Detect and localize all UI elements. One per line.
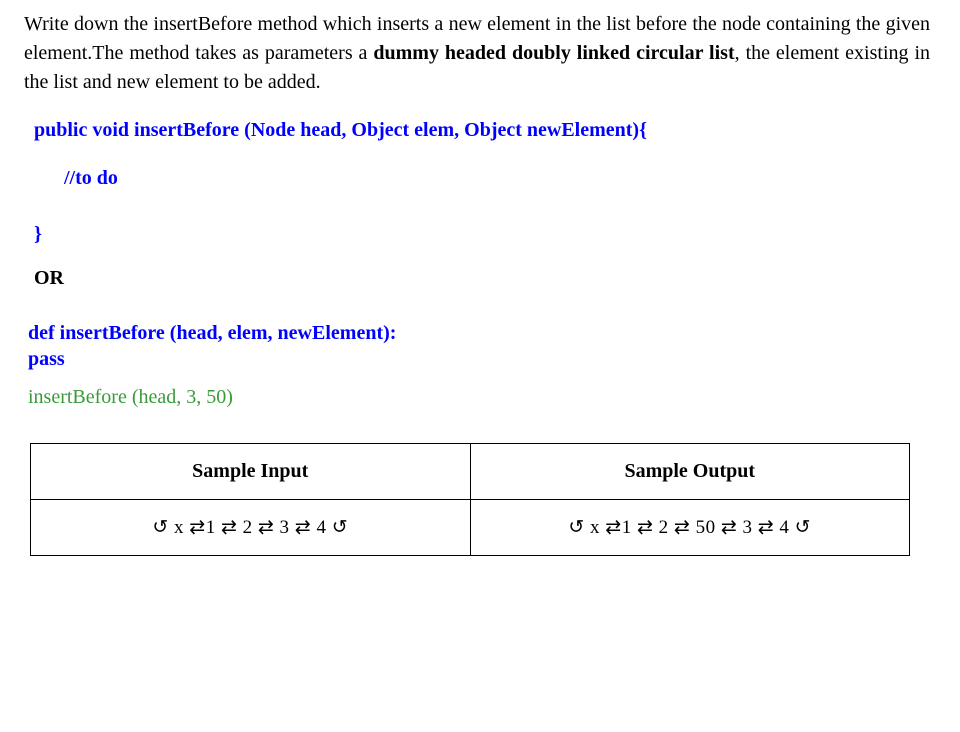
call-example: insertBefore (head, 3, 50) [28,386,930,409]
sample-input-cell: ↺ x ⇄1 ⇄ 2 ⇄ 3 ⇄ 4 ↺ [31,500,471,556]
problem-bold-phrase: dummy headed doubly linked circular list [373,42,734,64]
header-sample-input: Sample Input [31,444,471,500]
python-signature: def insertBefore (head, elem, newElement… [28,320,930,346]
sample-output-cell: ↺ x ⇄1 ⇄ 2 ⇄ 50 ⇄ 3 ⇄ 4 ↺ [470,500,910,556]
or-separator: OR [34,267,930,290]
java-closing-brace: } [34,217,930,251]
python-code-block: def insertBefore (head, elem, newElement… [28,320,930,372]
java-code-block: public void insertBefore (Node head, Obj… [24,113,930,251]
table-row: ↺ x ⇄1 ⇄ 2 ⇄ 3 ⇄ 4 ↺ ↺ x ⇄1 ⇄ 2 ⇄ 50 ⇄ 3… [31,500,910,556]
sample-table: Sample Input Sample Output ↺ x ⇄1 ⇄ 2 ⇄ … [30,443,910,556]
java-todo-comment: //to do [64,161,930,195]
problem-statement: Write down the insertBefore method which… [24,10,930,97]
table-header-row: Sample Input Sample Output [31,444,910,500]
python-body: pass [28,346,930,372]
header-sample-output: Sample Output [470,444,910,500]
java-signature: public void insertBefore (Node head, Obj… [34,113,930,147]
